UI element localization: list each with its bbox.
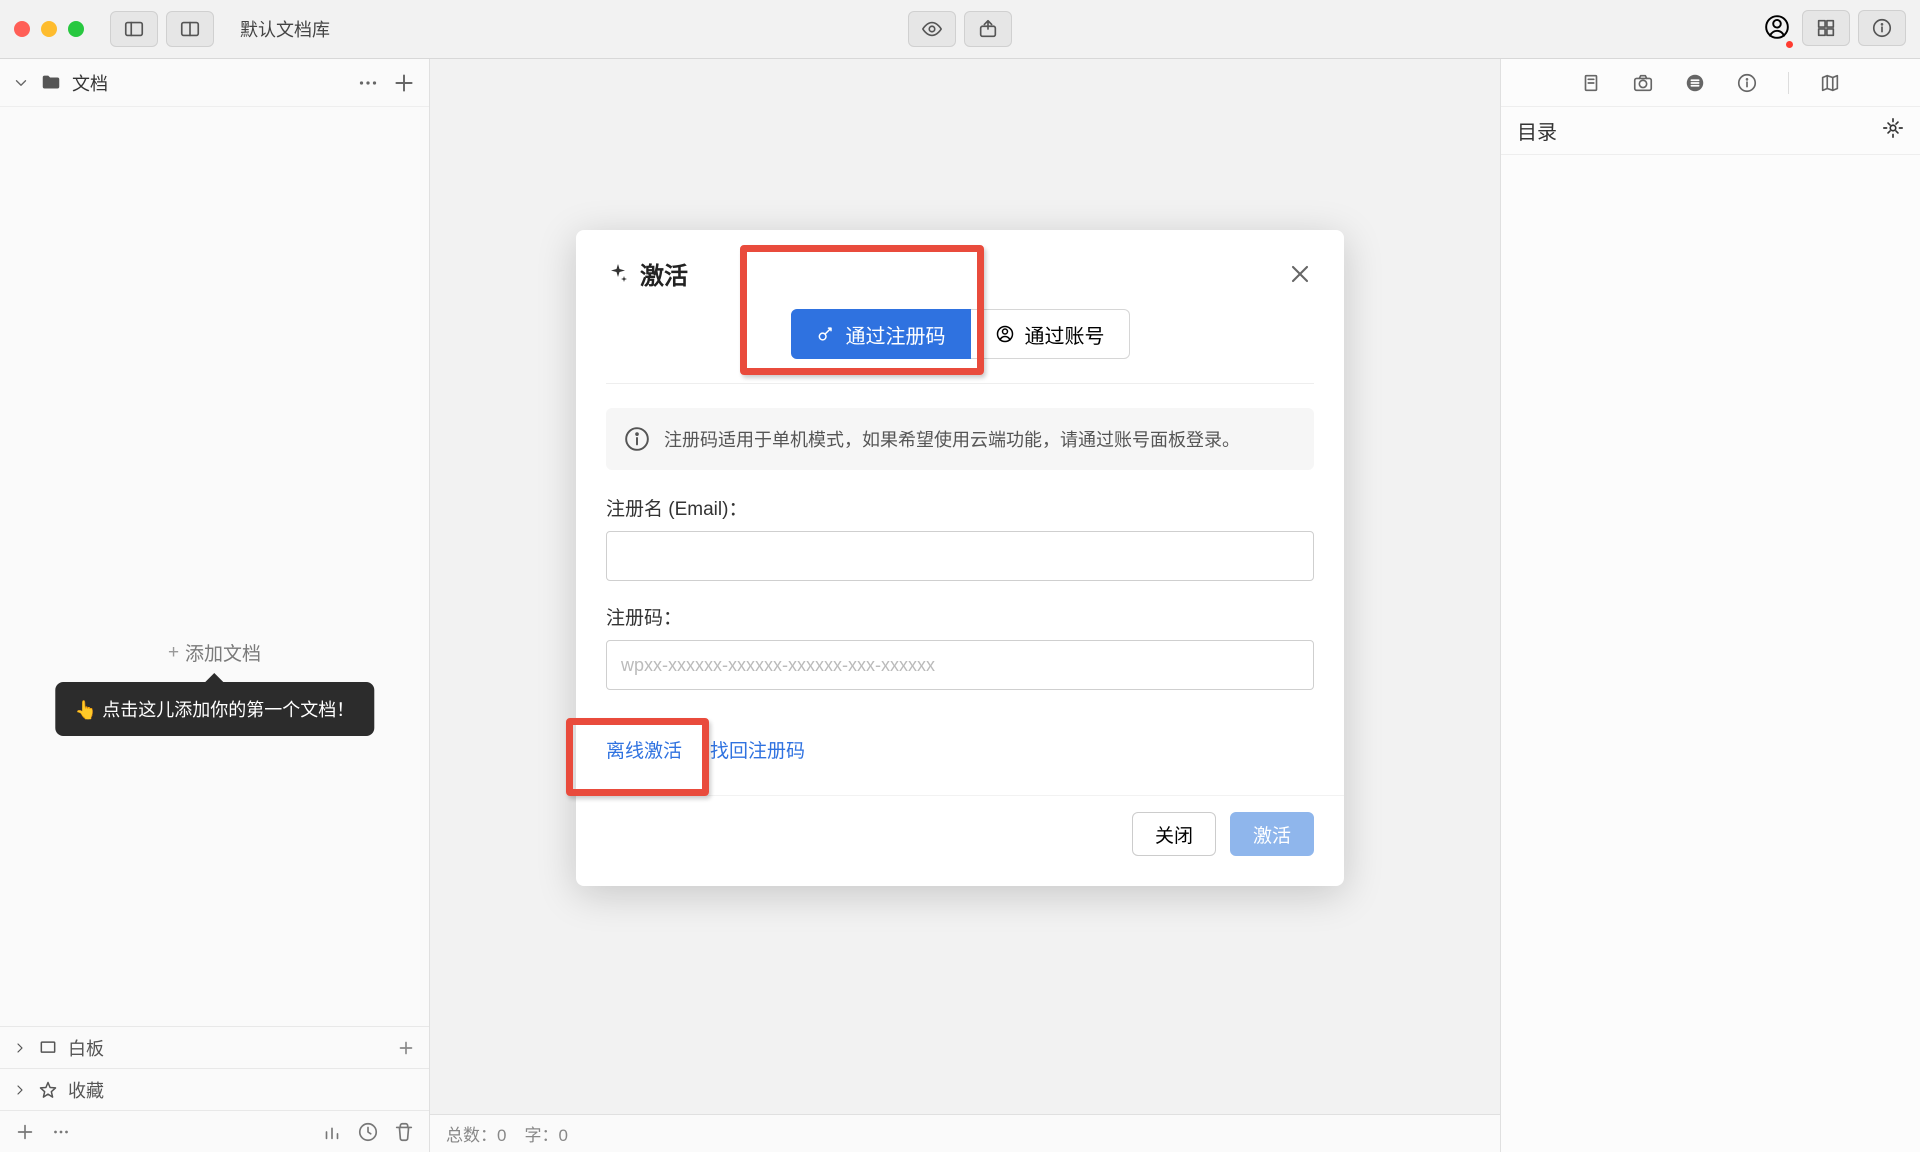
toc-title: 目录: [1517, 116, 1557, 145]
info-panel-icon[interactable]: [1736, 72, 1758, 94]
code-input[interactable]: [606, 640, 1314, 690]
sidebar-icon: [123, 18, 145, 40]
close-button[interactable]: 关闭: [1132, 812, 1216, 856]
columns-icon: [179, 18, 201, 40]
tab-by-account[interactable]: 通过账号: [971, 309, 1130, 359]
eye-icon: [921, 18, 943, 40]
plus-icon[interactable]: [395, 1037, 417, 1059]
add-doc-label: 添加文档: [185, 639, 261, 666]
close-icon: [1286, 260, 1314, 288]
activate-button[interactable]: 激活: [1230, 812, 1314, 856]
camera-icon[interactable]: [1632, 72, 1654, 94]
whiteboard-icon: [38, 1038, 58, 1058]
minimize-window[interactable]: [41, 21, 57, 37]
stats-icon: [321, 1121, 343, 1143]
add-button[interactable]: [391, 70, 417, 96]
favorites-label: 收藏: [68, 1077, 104, 1103]
library-name[interactable]: 默认文档库: [226, 11, 344, 47]
sidebar-toggle-button[interactable]: [110, 11, 158, 47]
star-icon: [38, 1080, 58, 1100]
info-icon: [624, 426, 650, 452]
tab-by-code[interactable]: 通过注册码: [791, 309, 971, 359]
share-button[interactable]: [964, 11, 1012, 47]
preview-button[interactable]: [908, 11, 956, 47]
user-icon: [1764, 14, 1790, 40]
sidebar-footer: [0, 1110, 429, 1152]
grid-view-button[interactable]: [1802, 10, 1850, 46]
notice-banner: 注册码适用于单机模式，如果希望使用云端功能，请通过账号面板登录。: [606, 408, 1314, 470]
sidebar: 文档 + 添加文档 👆 点击这儿添加你的第一个文档！ 白板 收藏: [0, 59, 430, 1152]
offline-activate-link[interactable]: 离线激活: [606, 736, 682, 763]
add-doc-link[interactable]: + 添加文档: [168, 639, 261, 666]
chevron-right-icon: [12, 1040, 28, 1056]
close-window[interactable]: [14, 21, 30, 37]
email-label: 注册名 (Email)：: [606, 494, 1314, 521]
stats-button[interactable]: [321, 1121, 343, 1143]
titlebar: 默认文档库: [0, 0, 1920, 59]
history-button[interactable]: [357, 1121, 379, 1143]
sidebar-whiteboard-section[interactable]: 白板: [0, 1026, 429, 1068]
whiteboard-label: 白板: [68, 1035, 104, 1061]
info-button[interactable]: [1858, 10, 1906, 46]
map-icon[interactable]: [1819, 72, 1841, 94]
trash-icon: [393, 1121, 415, 1143]
modal-title: 激活: [640, 256, 688, 291]
dots-icon: [355, 70, 381, 96]
onboarding-tooltip: 👆 点击这儿添加你的第一个文档！: [55, 682, 374, 736]
total-value: 0: [497, 1126, 506, 1145]
status-bar: 总数：0 字：0: [430, 1114, 1500, 1152]
sidebar-favorites-section[interactable]: 收藏: [0, 1068, 429, 1110]
view-toggle-button[interactable]: [166, 11, 214, 47]
clock-icon: [357, 1121, 379, 1143]
more-button[interactable]: [355, 70, 381, 96]
info-icon: [1871, 17, 1893, 39]
notification-dot: [1784, 39, 1795, 50]
list-icon[interactable]: [1684, 72, 1706, 94]
maximize-window[interactable]: [68, 21, 84, 37]
user-icon: [995, 324, 1015, 344]
plus-icon: [391, 70, 417, 96]
total-label: 总数：: [446, 1126, 497, 1145]
more-button[interactable]: [50, 1121, 72, 1143]
add-button[interactable]: [14, 1121, 36, 1143]
email-input[interactable]: [606, 531, 1314, 581]
sparkle-icon: [606, 262, 630, 286]
find-code-link[interactable]: 找回注册码: [710, 736, 805, 763]
plus-icon: [14, 1121, 36, 1143]
dots-icon: [50, 1121, 72, 1143]
sidebar-docs-header[interactable]: 文档: [0, 59, 429, 107]
outline-icon[interactable]: [1580, 72, 1602, 94]
activation-modal: 激活 通过注册码 通过账号 注册码适用于单机模式，如果希望使用云端功能，请通过账…: [576, 230, 1344, 886]
grid-icon: [1815, 17, 1837, 39]
code-label: 注册码：: [606, 603, 1314, 630]
right-panel: 目录: [1500, 59, 1920, 1152]
chars-label: 字：: [524, 1126, 558, 1145]
account-button[interactable]: [1760, 10, 1794, 49]
modal-close-button[interactable]: [1286, 260, 1314, 288]
trash-button[interactable]: [393, 1121, 415, 1143]
settings-button[interactable]: [1882, 117, 1904, 145]
chars-value: 0: [558, 1126, 567, 1145]
chevron-right-icon: [12, 1082, 28, 1098]
folder-icon: [40, 72, 62, 94]
chevron-down-icon: [12, 74, 30, 92]
docs-label: 文档: [72, 70, 108, 96]
share-icon: [977, 18, 999, 40]
window-controls: [14, 21, 84, 37]
key-icon: [816, 324, 836, 344]
